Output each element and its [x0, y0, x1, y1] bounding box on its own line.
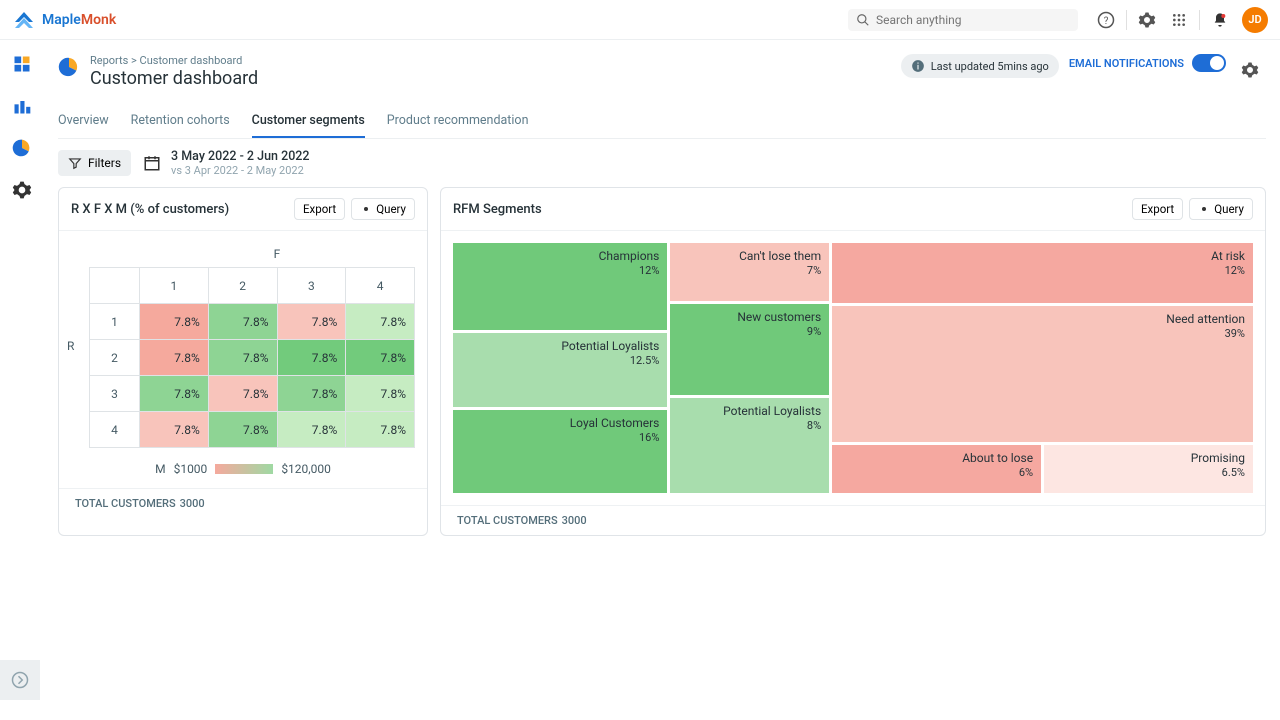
- apps-icon[interactable]: [1163, 4, 1195, 36]
- date-range[interactable]: 3 May 2022 - 2 Jun 2022 vs 3 Apr 2022 - …: [143, 149, 310, 177]
- chevron-right-icon: [11, 671, 29, 689]
- tab-product-recommendation[interactable]: Product recommendation: [387, 105, 529, 138]
- rfm-matrix-table: 123417.8%7.8%7.8%7.8%27.8%7.8%7.8%7.8%37…: [89, 267, 415, 448]
- user-avatar[interactable]: JD: [1242, 7, 1268, 33]
- matrix-cell[interactable]: 7.8%: [208, 376, 277, 412]
- search-box[interactable]: [848, 9, 1078, 31]
- matrix-cell[interactable]: 7.8%: [346, 304, 415, 340]
- export-button[interactable]: Export: [294, 198, 345, 220]
- matrix-cell[interactable]: 7.8%: [140, 376, 209, 412]
- treemap-chart: Champions12%Potential Loyalists12.5%Loya…: [453, 243, 1253, 493]
- info-icon: [911, 59, 925, 73]
- segment-potential-loyalists[interactable]: Potential Loyalists12.5%: [453, 333, 667, 407]
- panel-title: R X F X M (% of customers): [71, 202, 288, 217]
- export-button[interactable]: Export: [1132, 198, 1183, 220]
- sidebar-pie-icon[interactable]: [12, 138, 32, 158]
- search-input[interactable]: [876, 13, 1070, 27]
- r-axis-label: R: [67, 339, 74, 353]
- toggle-switch[interactable]: [1192, 54, 1226, 72]
- segment-champions[interactable]: Champions12%: [453, 243, 667, 330]
- segment-promising[interactable]: Promising6.5%: [1044, 445, 1253, 493]
- topbar: MapleMonk ? JD: [0, 0, 1280, 40]
- svg-text:?: ?: [1104, 15, 1109, 26]
- page-settings-icon[interactable]: [1234, 54, 1266, 86]
- help-icon[interactable]: ?: [1090, 4, 1122, 36]
- gear-icon: [360, 203, 372, 215]
- matrix-cell[interactable]: 7.8%: [346, 412, 415, 448]
- sidebar: [0, 40, 44, 720]
- calendar-icon: [143, 154, 161, 172]
- breadcrumb[interactable]: Reports > Customer dashboard: [90, 54, 258, 67]
- rfm-segments-panel: RFM Segments Export Query Champions12%Po…: [440, 187, 1266, 536]
- logo-icon: [12, 8, 36, 32]
- segment-loyal-customers[interactable]: Loyal Customers16%: [453, 410, 667, 493]
- email-notifications-toggle[interactable]: EMAIL NOTIFICATIONS: [1069, 54, 1226, 72]
- query-button[interactable]: Query: [351, 198, 415, 220]
- page-title: Customer dashboard: [90, 68, 258, 89]
- segment-potential-loyalists[interactable]: Potential Loyalists8%: [670, 398, 829, 493]
- matrix-cell[interactable]: 7.8%: [208, 340, 277, 376]
- matrix-cell[interactable]: 7.8%: [346, 376, 415, 412]
- tab-customer-segments[interactable]: Customer segments: [252, 105, 365, 138]
- sidebar-bars-icon[interactable]: [12, 96, 32, 116]
- tab-retention-cohorts[interactable]: Retention cohorts: [131, 105, 230, 138]
- tab-overview[interactable]: Overview: [58, 105, 109, 138]
- total-customers: TOTAL CUSTOMERS3000: [441, 505, 1265, 535]
- brand-text-1: Maple: [42, 12, 81, 28]
- last-updated-chip: Last updated 5mins ago: [901, 54, 1059, 78]
- sidebar-dashboard-icon[interactable]: [12, 54, 32, 74]
- sidebar-settings-icon[interactable]: [12, 180, 32, 200]
- notifications-icon[interactable]: [1204, 4, 1236, 36]
- page-pie-icon: [58, 56, 80, 78]
- rfm-matrix-panel: R X F X M (% of customers) Export Query …: [58, 187, 428, 536]
- settings-icon[interactable]: [1131, 4, 1163, 36]
- matrix-cell[interactable]: 7.8%: [346, 340, 415, 376]
- matrix-cell[interactable]: 7.8%: [140, 304, 209, 340]
- query-button[interactable]: Query: [1189, 198, 1253, 220]
- segment-need-attention[interactable]: Need attention39%: [832, 306, 1253, 441]
- f-axis-label: F: [139, 247, 415, 261]
- brand-logo[interactable]: MapleMonk: [12, 8, 116, 32]
- segment-at-risk[interactable]: At risk12%: [832, 243, 1253, 303]
- gear-icon: [1198, 203, 1210, 215]
- matrix-cell[interactable]: 7.8%: [208, 304, 277, 340]
- matrix-cell[interactable]: 7.8%: [277, 340, 346, 376]
- brand-text-2: Monk: [81, 12, 116, 28]
- tabs: Overview Retention cohorts Customer segmen…: [58, 105, 1266, 139]
- expand-sidebar-handle[interactable]: [0, 660, 40, 700]
- search-icon: [856, 13, 870, 27]
- matrix-cell[interactable]: 7.8%: [277, 376, 346, 412]
- matrix-cell[interactable]: 7.8%: [140, 340, 209, 376]
- matrix-cell[interactable]: 7.8%: [277, 412, 346, 448]
- segment-can-t-lose-them[interactable]: Can't lose them7%: [670, 243, 829, 301]
- filters-button[interactable]: Filters: [58, 150, 131, 176]
- matrix-cell[interactable]: 7.8%: [140, 412, 209, 448]
- matrix-legend: M $1000 $120,000: [71, 462, 415, 476]
- main-content: Reports > Customer dashboard Customer da…: [44, 40, 1280, 720]
- gradient-bar: [215, 464, 273, 474]
- total-customers: TOTAL CUSTOMERS3000: [59, 488, 427, 518]
- matrix-cell[interactable]: 7.8%: [277, 304, 346, 340]
- matrix-cell[interactable]: 7.8%: [208, 412, 277, 448]
- filter-icon: [68, 156, 82, 170]
- segment-about-to-lose[interactable]: About to lose6%: [832, 445, 1041, 493]
- panel-title: RFM Segments: [453, 202, 1126, 217]
- segment-new-customers[interactable]: New customers9%: [670, 304, 829, 395]
